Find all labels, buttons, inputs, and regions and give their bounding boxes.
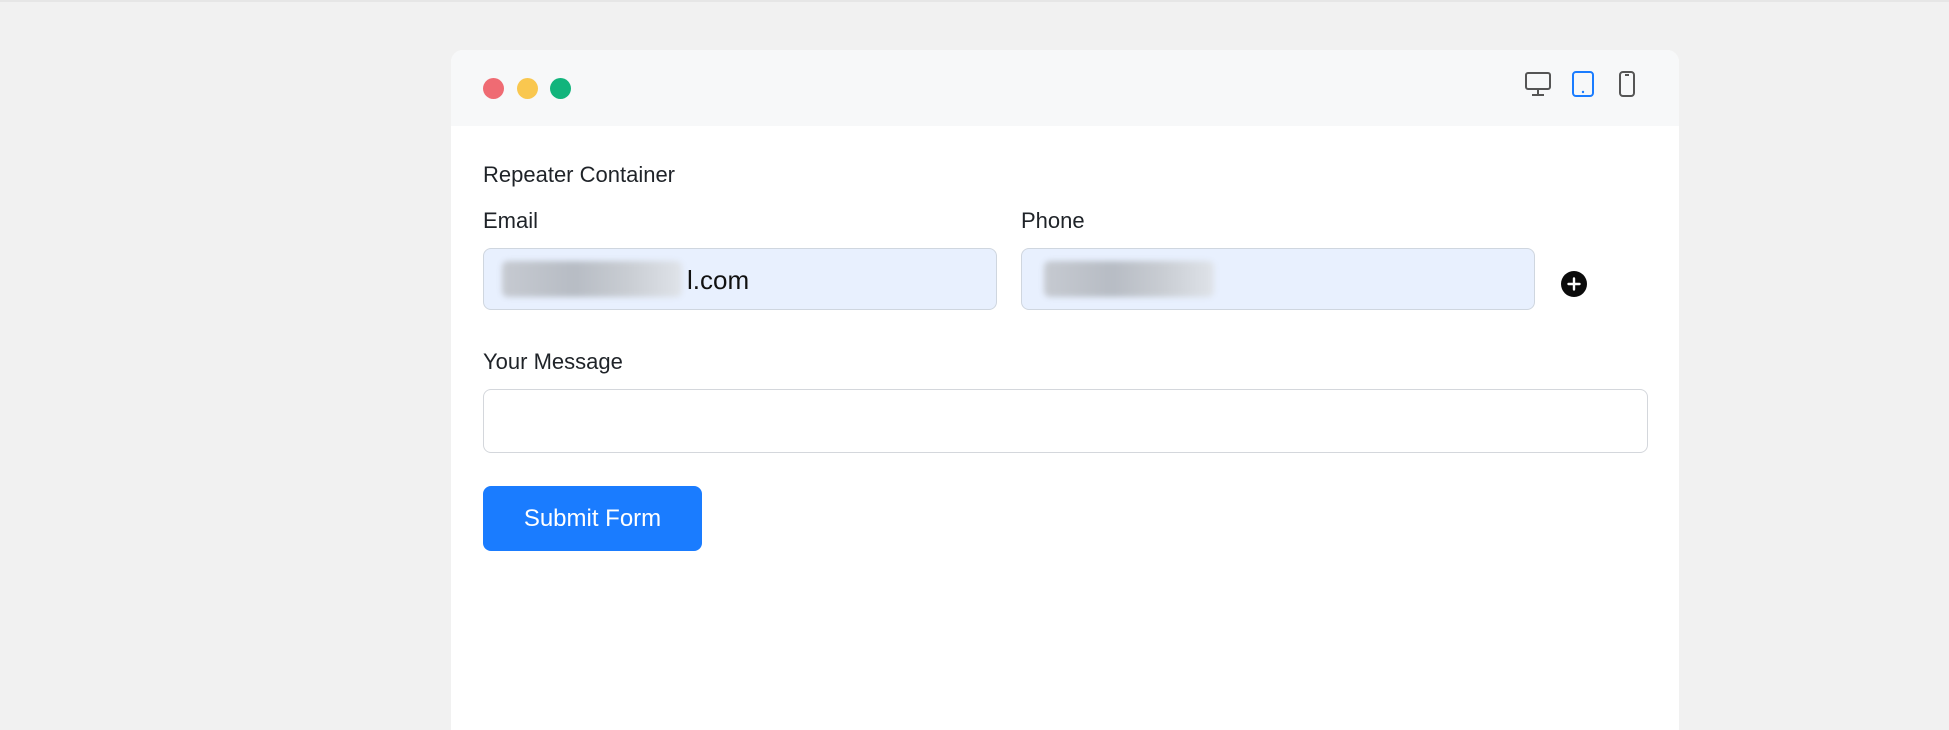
close-window-dot[interactable] — [483, 78, 504, 99]
message-label: Your Message — [483, 349, 623, 374]
minimize-window-dot[interactable] — [517, 78, 538, 99]
add-row-button[interactable] — [1561, 271, 1587, 297]
form-title: Repeater Container — [483, 162, 676, 187]
tablet-icon — [1572, 71, 1594, 97]
plus-circle-icon — [1567, 277, 1581, 291]
maximize-window-dot[interactable] — [550, 78, 571, 99]
email-visible-suffix: l.com — [687, 265, 750, 295]
window-titlebar — [451, 50, 1679, 126]
email-field[interactable]: l.com — [483, 248, 997, 310]
redacted-phone-text — [1044, 261, 1214, 297]
redacted-email-text — [502, 261, 682, 297]
desktop-icon — [1525, 72, 1551, 96]
mobile-icon — [1619, 71, 1635, 97]
mobile-view-button[interactable] — [1611, 68, 1643, 100]
phone-label: Phone — [1021, 208, 1085, 233]
top-divider — [0, 0, 1949, 2]
email-label: Email — [483, 208, 539, 233]
phone-field[interactable] — [1021, 248, 1535, 310]
message-textarea[interactable] — [483, 389, 1648, 453]
submit-form-button[interactable]: Submit Form — [483, 486, 702, 551]
tablet-view-button[interactable] — [1567, 68, 1599, 100]
desktop-view-button[interactable] — [1522, 68, 1554, 100]
preview-window: Repeater Container Email Phone l.com You… — [451, 50, 1679, 730]
